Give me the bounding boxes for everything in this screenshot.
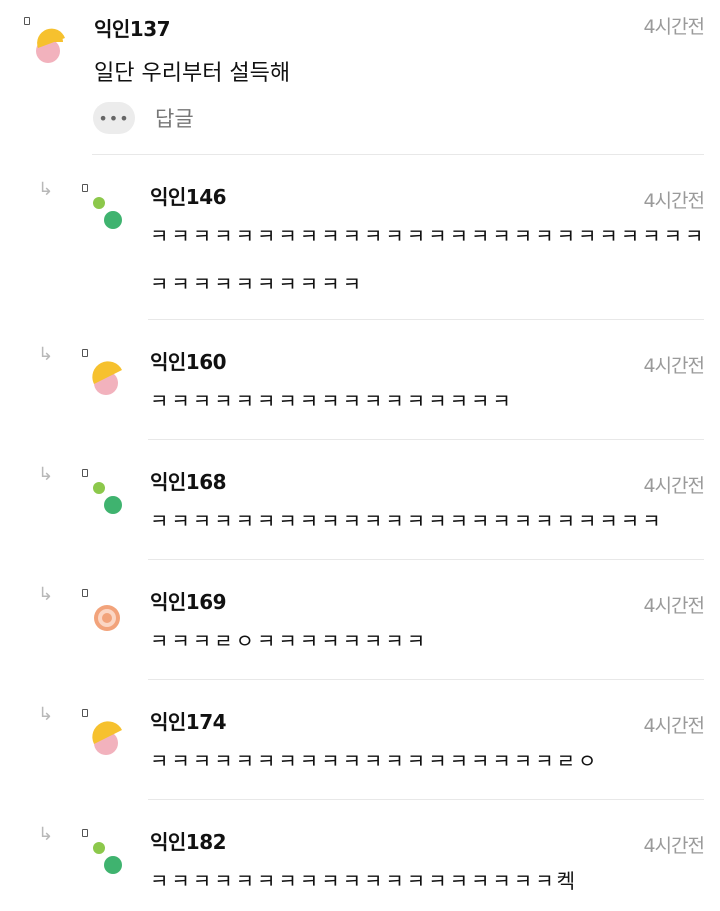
reply-item: ↳ 익인168 4시간전 ㅋㅋㅋㅋㅋㅋㅋㅋㅋㅋㅋㅋㅋㅋㅋㅋㅋㅋㅋㅋㅋㅋㅋㅋ [0, 440, 720, 560]
reply-text-line: ㅋㅋㅋㅋㅋㅋㅋㅋㅋㅋㅋㅋㅋㅋㅋㅋㅋㅋㅋㅋㅋㅋㅋㅋㅋㅋ [150, 224, 707, 248]
reply-text-line: ㅋㅋㅋㅋㅋㅋㅋㅋㅋㅋㅋㅋㅋㅋㅋㅋㅋㅋㅋㄹㅇ [150, 749, 600, 773]
avatar [92, 361, 122, 395]
comment-marker-icon [82, 829, 88, 837]
reply-text-line: ㅋㅋㅋㅋㅋㅋㅋㅋㅋㅋㅋㅋㅋㅋㅋㅋㅋㅋㅋㅋㅋㅋㅋㅋ [150, 509, 664, 533]
timestamp: 4시간전 [643, 835, 705, 857]
timestamp: 4시간전 [643, 355, 705, 377]
avatar [93, 482, 122, 514]
avatar [94, 605, 120, 631]
comment-marker-icon [82, 589, 88, 597]
reply-item: ↳ 익인169 4시간전 ㅋㅋㅋㄹㅇㅋㅋㅋㅋㅋㅋㅋㅋ [0, 560, 720, 680]
reply-indent-arrow-icon: ↳ [38, 464, 54, 485]
comment-marker-icon [82, 709, 88, 717]
reply-button[interactable]: 답글 [155, 103, 194, 133]
author-name[interactable]: 익인146 [150, 181, 227, 210]
timestamp: 4시간전 [643, 190, 705, 212]
timestamp: 4시간전 [643, 475, 705, 497]
avatar [92, 721, 122, 755]
comment-marker-icon [24, 17, 30, 25]
reply-text-line: ㅋㅋㅋㅋㅋㅋㅋㅋㅋㅋㅋㅋㅋㅋㅋㅋㅋ [150, 389, 514, 413]
reply-text-line: ㅋㅋㅋㅋㅋㅋㅋㅋㅋㅋㅋㅋㅋㅋㅋㅋㅋㅋㅋ켁 [150, 869, 578, 893]
more-options-button[interactable]: ••• [93, 102, 135, 134]
comment-marker-icon [82, 349, 88, 357]
avatar [93, 842, 122, 874]
comment-text: 일단 우리부터 설득해 [94, 61, 291, 86]
avatar [93, 197, 122, 229]
reply-item: ↳ 익인146 4시간전 ㅋㅋㅋㅋㅋㅋㅋㅋㅋㅋㅋㅋㅋㅋㅋㅋㅋㅋㅋㅋㅋㅋㅋㅋㅋㅋ … [0, 155, 720, 320]
author-name[interactable]: 익인137 [94, 13, 171, 42]
author-name[interactable]: 익인182 [150, 826, 227, 855]
comment-marker-icon [82, 469, 88, 477]
author-name[interactable]: 익인169 [150, 586, 227, 615]
reply-item: ↳ 익인182 4시간전 ㅋㅋㅋㅋㅋㅋㅋㅋㅋㅋㅋㅋㅋㅋㅋㅋㅋㅋㅋ켁 [0, 800, 720, 911]
reply-indent-arrow-icon: ↳ [38, 179, 54, 200]
comment-marker-icon [82, 184, 88, 192]
author-name[interactable]: 익인168 [150, 466, 227, 495]
reply-text-line: ㅋㅋㅋㄹㅇㅋㅋㅋㅋㅋㅋㅋㅋ [150, 629, 429, 653]
more-dots-icon: ••• [98, 108, 130, 128]
reply-item: ↳ 익인160 4시간전 ㅋㅋㅋㅋㅋㅋㅋㅋㅋㅋㅋㅋㅋㅋㅋㅋㅋ [0, 320, 720, 440]
reply-item: ↳ 익인174 4시간전 ㅋㅋㅋㅋㅋㅋㅋㅋㅋㅋㅋㅋㅋㅋㅋㅋㅋㅋㅋㄹㅇ [0, 680, 720, 800]
reply-indent-arrow-icon: ↳ [38, 704, 54, 725]
reply-indent-arrow-icon: ↳ [38, 584, 54, 605]
reply-indent-arrow-icon: ↳ [38, 824, 54, 845]
comment-item: 익인137 4시간전 일단 우리부터 설득해 ••• 답글 [0, 0, 720, 155]
timestamp: 4시간전 [643, 16, 705, 38]
timestamp: 4시간전 [643, 595, 705, 617]
author-name[interactable]: 익인174 [150, 706, 227, 735]
author-name[interactable]: 익인160 [150, 346, 227, 375]
timestamp: 4시간전 [643, 715, 705, 737]
avatar [36, 28, 65, 63]
reply-text-line: ㅋㅋㅋㅋㅋㅋㅋㅋㅋㅋ [150, 272, 364, 296]
reply-indent-arrow-icon: ↳ [38, 344, 54, 365]
